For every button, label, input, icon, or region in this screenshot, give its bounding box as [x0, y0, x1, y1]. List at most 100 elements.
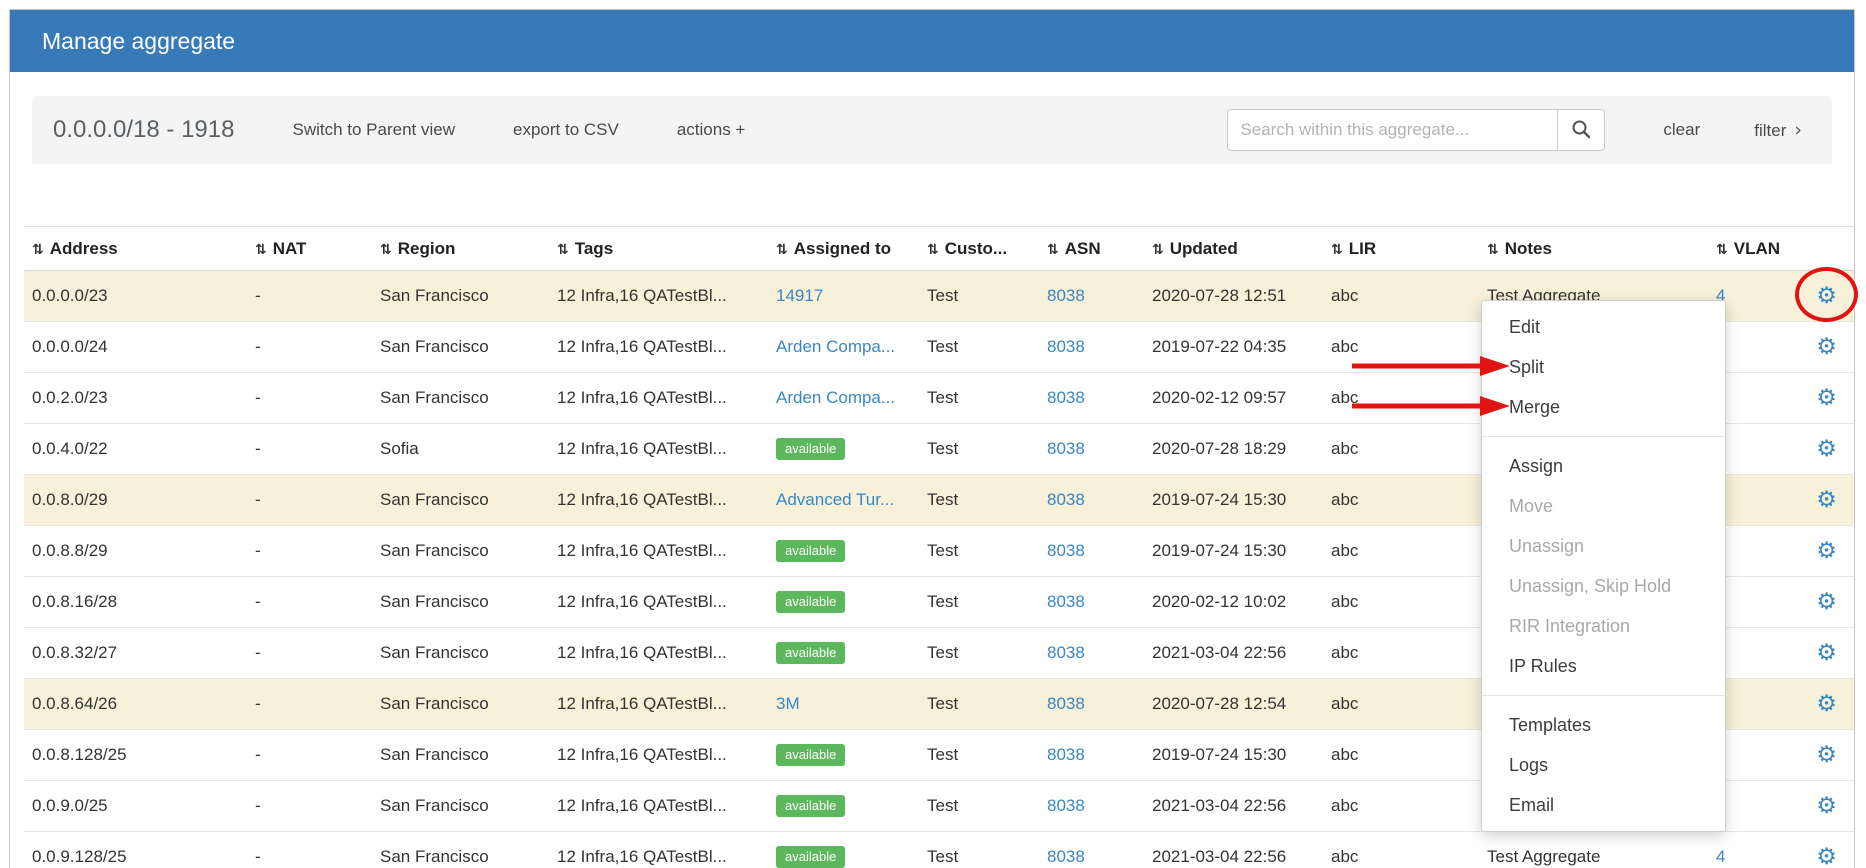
sort-icon[interactable]: ⇅ [776, 242, 788, 258]
cell-tags: 12 Infra,16 QATestBl... [549, 679, 768, 730]
assigned-link[interactable]: Arden Compa... [776, 388, 895, 407]
cell-nat: - [247, 679, 372, 730]
cell-updated: 2020-07-28 12:54 [1144, 679, 1323, 730]
cell-updated: 2020-02-12 09:57 [1144, 373, 1323, 424]
cell-assigned: available [768, 832, 919, 868]
cell-region: San Francisco [372, 526, 549, 577]
asn-link[interactable]: 8038 [1047, 439, 1085, 458]
sort-icon[interactable]: ⇅ [32, 242, 44, 258]
gear-icon[interactable]: ⚙ [1816, 691, 1837, 717]
gear-icon[interactable]: ⚙ [1816, 385, 1837, 411]
cell-customer: Test [919, 679, 1039, 730]
menu-item-move: Move [1482, 486, 1725, 526]
gear-icon[interactable]: ⚙ [1816, 844, 1837, 868]
column-label: Notes [1505, 239, 1552, 258]
column-header-assigned[interactable]: ⇅ Assigned to [768, 227, 919, 271]
filter-link[interactable]: filter› [1754, 119, 1802, 141]
asn-link[interactable]: 8038 [1047, 847, 1085, 866]
aggregate-label: 0.0.0.0/18 - 1918 [53, 116, 234, 144]
asn-link[interactable]: 8038 [1047, 694, 1085, 713]
gear-icon[interactable]: ⚙ [1816, 640, 1837, 666]
search-button[interactable] [1557, 109, 1605, 151]
sort-icon[interactable]: ⇅ [1716, 242, 1728, 258]
vlan-link[interactable]: 4 [1716, 847, 1725, 866]
assigned-link[interactable]: Advanced Tur... [776, 490, 894, 509]
cell-lir: abc [1323, 475, 1479, 526]
asn-link[interactable]: 8038 [1047, 490, 1085, 509]
gear-icon[interactable]: ⚙ [1816, 793, 1837, 819]
sort-icon[interactable]: ⇅ [927, 242, 939, 258]
menu-item-split[interactable]: Split [1482, 347, 1725, 387]
column-header-vlan[interactable]: ⇅VLAN [1708, 227, 1799, 271]
cell-region: San Francisco [372, 373, 549, 424]
sort-icon[interactable]: ⇅ [557, 242, 569, 258]
cell-nat: - [247, 730, 372, 781]
column-header-asn[interactable]: ⇅ASN [1039, 227, 1144, 271]
column-header-address[interactable]: ⇅Address [24, 227, 247, 271]
cell-address: 0.0.8.128/25 [24, 730, 247, 781]
gear-icon[interactable]: ⚙ [1816, 487, 1837, 513]
asn-link[interactable]: 8038 [1047, 337, 1085, 356]
column-header-notes[interactable]: ⇅ Notes [1479, 227, 1708, 271]
column-header-customer[interactable]: ⇅Custo... [919, 227, 1039, 271]
assigned-link[interactable]: 3M [776, 694, 800, 713]
sort-icon[interactable]: ⇅ [1487, 242, 1499, 258]
cell-updated: 2021-03-04 22:56 [1144, 628, 1323, 679]
gear-icon[interactable]: ⚙ [1816, 436, 1837, 462]
cell-nat: - [247, 475, 372, 526]
menu-item-merge[interactable]: Merge [1482, 387, 1725, 427]
asn-link[interactable]: 8038 [1047, 643, 1085, 662]
cell-lir: abc [1323, 679, 1479, 730]
column-header-region[interactable]: ⇅Region [372, 227, 549, 271]
asn-link[interactable]: 8038 [1047, 592, 1085, 611]
gear-icon[interactable]: ⚙ [1816, 334, 1837, 360]
menu-item-ip-rules[interactable]: IP Rules [1482, 646, 1725, 686]
sort-icon[interactable]: ⇅ [255, 242, 267, 258]
sort-icon[interactable]: ⇅ [1331, 242, 1343, 258]
gear-icon[interactable]: ⚙ [1816, 589, 1837, 615]
cell-customer: Test [919, 271, 1039, 322]
menu-item-edit[interactable]: Edit [1482, 307, 1725, 347]
cell-address: 0.0.2.0/23 [24, 373, 247, 424]
export-csv-link[interactable]: export to CSV [513, 120, 619, 140]
clear-link[interactable]: clear [1663, 120, 1700, 140]
sort-icon[interactable]: ⇅ [380, 242, 392, 258]
assigned-link[interactable]: 14917 [776, 286, 823, 305]
gear-icon[interactable]: ⚙ [1816, 742, 1837, 768]
cell-tags: 12 Infra,16 QATestBl... [549, 373, 768, 424]
gear-icon[interactable]: ⚙ [1816, 283, 1837, 309]
menu-item-assign[interactable]: Assign [1482, 446, 1725, 486]
asn-link[interactable]: 8038 [1047, 745, 1085, 764]
cell-asn: 8038 [1039, 781, 1144, 832]
cell-lir: abc [1323, 781, 1479, 832]
menu-item-templates[interactable]: Templates [1482, 705, 1725, 745]
column-header-lir[interactable]: ⇅LIR [1323, 227, 1479, 271]
cell-customer: Test [919, 781, 1039, 832]
menu-item-logs[interactable]: Logs [1482, 745, 1725, 785]
asn-link[interactable]: 8038 [1047, 541, 1085, 560]
actions-menu-button[interactable]: actions + [677, 120, 746, 140]
cell-address: 0.0.8.64/26 [24, 679, 247, 730]
cell-customer: Test [919, 832, 1039, 868]
page: Manage aggregate 0.0.0.0/18 - 1918 Switc… [0, 0, 1866, 868]
switch-parent-view-link[interactable]: Switch to Parent view [292, 120, 455, 140]
asn-link[interactable]: 8038 [1047, 796, 1085, 815]
menu-item-email[interactable]: Email [1482, 785, 1725, 825]
sort-icon[interactable]: ⇅ [1047, 242, 1059, 258]
assigned-link[interactable]: Arden Compa... [776, 337, 895, 356]
column-label: Assigned to [794, 239, 891, 258]
sort-icon[interactable]: ⇅ [1152, 242, 1164, 258]
asn-link[interactable]: 8038 [1047, 388, 1085, 407]
cell-actions: ⚙ [1799, 679, 1854, 730]
column-header-tags[interactable]: ⇅Tags [549, 227, 768, 271]
gear-icon[interactable]: ⚙ [1816, 538, 1837, 564]
asn-link[interactable]: 8038 [1047, 286, 1085, 305]
cell-customer: Test [919, 628, 1039, 679]
cell-address: 0.0.8.16/28 [24, 577, 247, 628]
cell-actions: ⚙ [1799, 373, 1854, 424]
column-header-nat[interactable]: ⇅NAT [247, 227, 372, 271]
cell-tags: 12 Infra,16 QATestBl... [549, 628, 768, 679]
cell-actions: ⚙ [1799, 730, 1854, 781]
search-input[interactable] [1227, 109, 1557, 151]
column-header-updated[interactable]: ⇅Updated [1144, 227, 1323, 271]
